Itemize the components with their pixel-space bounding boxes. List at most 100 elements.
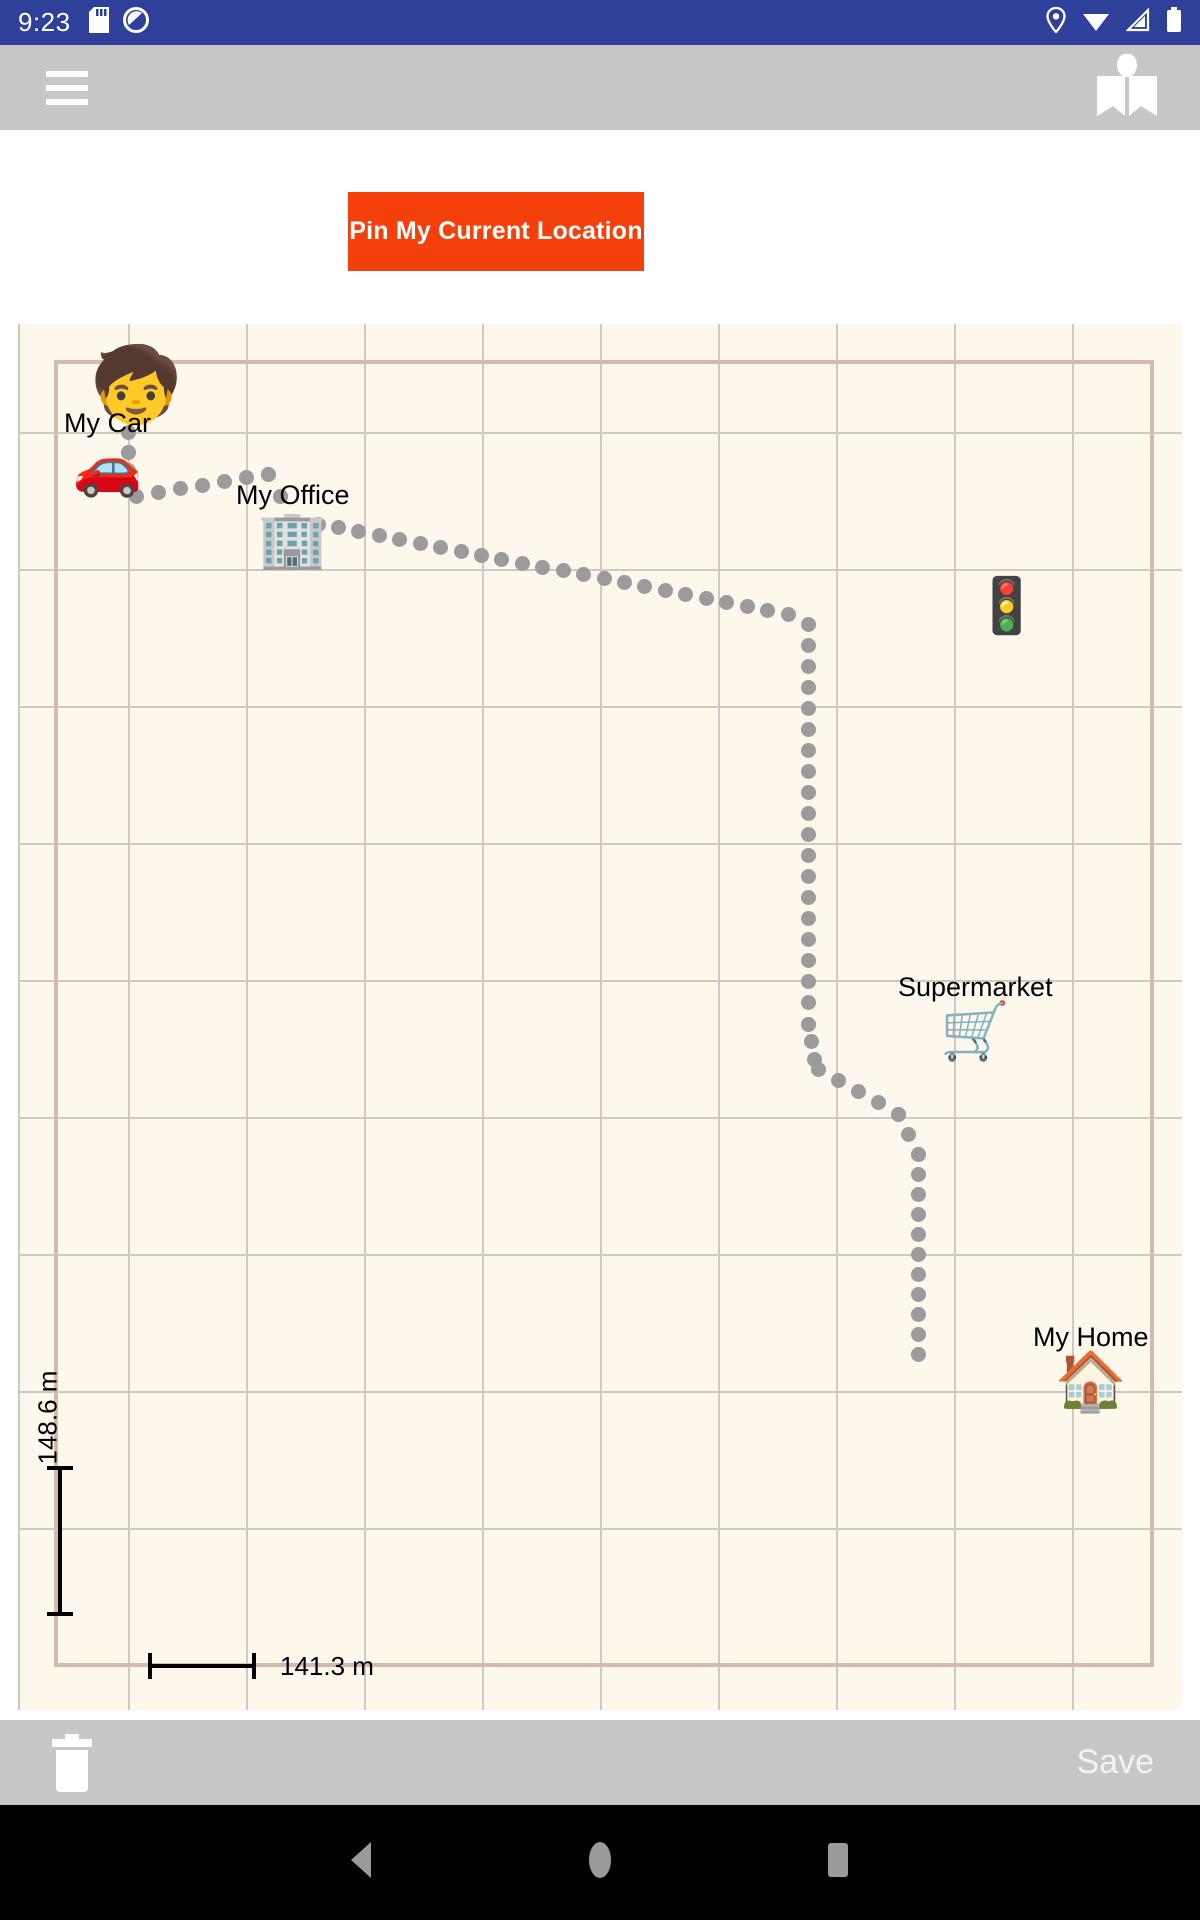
- route-dot: [800, 700, 816, 716]
- menu-bar-3: [46, 98, 88, 105]
- bottom-action-bar: Save: [0, 1720, 1200, 1805]
- route-dot: [800, 637, 816, 653]
- route-dot: [433, 539, 449, 555]
- trash-icon[interactable]: [50, 1733, 94, 1792]
- system-nav-bar: [0, 1805, 1200, 1920]
- route-dot: [800, 784, 816, 800]
- poi-label-supermarket: Supermarket: [898, 972, 1053, 1002]
- route-dot: [910, 1286, 926, 1302]
- menu-bar-1: [46, 70, 88, 77]
- route-dot: [800, 616, 816, 632]
- route-dot: [453, 543, 469, 559]
- hamburger-menu-icon[interactable]: [46, 70, 88, 105]
- route-dot: [800, 827, 816, 843]
- vertical-scale: 148.6 m: [33, 1344, 88, 1644]
- route-dot: [910, 1266, 926, 1282]
- car-icon: 🚗: [72, 435, 143, 498]
- route-dot: [850, 1084, 866, 1099]
- poi-label-my-car: My Car: [64, 408, 151, 438]
- horizontal-scale: 141.3 m: [148, 1646, 374, 1686]
- route-dot: [800, 1016, 816, 1032]
- route-dot: [910, 1186, 926, 1202]
- route-dot: [172, 481, 188, 497]
- sd-card-icon: [88, 7, 109, 38]
- route-dot: [760, 602, 776, 618]
- do-not-disturb-icon: [122, 7, 149, 38]
- poi-label-my-home: My Home: [1033, 1322, 1149, 1352]
- route-dot: [150, 484, 166, 500]
- route-dot: [900, 1126, 916, 1142]
- app-bar: [0, 45, 1200, 130]
- route-dot: [800, 995, 816, 1011]
- route-dot: [910, 1306, 926, 1322]
- traffic-light-icon: 🚦: [973, 576, 1041, 636]
- map-canvas[interactable]: 🧒 My Car 🚗 My Office 🏢 🚦 Supermarket 🛒 M…: [18, 324, 1182, 1710]
- route-dot: [800, 869, 816, 885]
- route-dot: [216, 473, 232, 489]
- cell-signal-icon: [1125, 7, 1150, 37]
- route-dot: [890, 1106, 906, 1122]
- save-button[interactable]: Save: [1077, 1743, 1155, 1782]
- action-area: Pin My Current Location: [0, 130, 1200, 324]
- open-book-icon[interactable]: [1096, 52, 1158, 122]
- pin-current-location-button[interactable]: Pin My Current Location: [348, 192, 644, 271]
- poi-my-car[interactable]: My Car 🚗: [64, 410, 151, 495]
- route-dot: [800, 911, 816, 927]
- status-left-icons: [88, 7, 149, 38]
- route-dot: [800, 953, 816, 969]
- recents-square-icon[interactable]: [825, 1841, 851, 1884]
- poi-my-home[interactable]: My Home 🏠: [1033, 1324, 1149, 1411]
- back-triangle-icon[interactable]: [349, 1842, 375, 1883]
- route-dot: [803, 1034, 819, 1049]
- route-dot: [800, 974, 816, 990]
- status-right-icons: [1046, 6, 1182, 38]
- horizontal-scale-bar: [148, 1653, 256, 1679]
- route-dot: [371, 528, 387, 544]
- route-dot: [830, 1072, 846, 1088]
- route-dot: [535, 559, 551, 575]
- shopping-cart-icon: 🛒: [940, 999, 1011, 1062]
- poi-label-my-office: My Office: [236, 480, 350, 510]
- route-dot: [800, 742, 816, 758]
- poi-traffic-light[interactable]: 🚦: [973, 579, 1040, 633]
- status-bar: 9:23: [0, 0, 1200, 45]
- route-dot: [910, 1246, 926, 1262]
- menu-bar-2: [46, 84, 88, 91]
- grid-line-vertical: [18, 324, 20, 1710]
- route-dot: [473, 547, 489, 563]
- route-dot: [739, 598, 755, 614]
- route-dot: [910, 1226, 926, 1242]
- route-dot: [780, 606, 796, 622]
- route-dot: [800, 658, 816, 674]
- route-dot: [800, 932, 816, 948]
- route-dot: [657, 583, 673, 599]
- poi-supermarket[interactable]: Supermarket 🛒: [898, 974, 1053, 1059]
- route-dot: [910, 1326, 926, 1342]
- route-dot: [800, 721, 816, 737]
- route-dot: [194, 477, 210, 493]
- route-dot: [800, 848, 816, 864]
- vertical-scale-bar: [47, 1466, 73, 1616]
- location-pin-icon: [1046, 6, 1066, 38]
- route-dot: [910, 1166, 926, 1182]
- home-circle-icon[interactable]: [587, 1840, 613, 1885]
- battery-icon: [1166, 7, 1182, 38]
- route-dot: [800, 805, 816, 821]
- route-dot: [412, 536, 428, 552]
- route-dot: [910, 1146, 926, 1162]
- wifi-icon: [1082, 8, 1110, 37]
- route-dot: [870, 1095, 886, 1111]
- route-dot: [810, 1061, 826, 1077]
- house-icon: 🏠: [1054, 1349, 1127, 1414]
- route-dot: [800, 890, 816, 906]
- route-dot: [910, 1206, 926, 1222]
- route-dot: [800, 763, 816, 779]
- route-dot: [719, 594, 735, 610]
- poi-my-office[interactable]: My Office 🏢: [236, 482, 350, 567]
- route-dot: [596, 571, 612, 587]
- route-dot: [514, 555, 530, 571]
- route-dot: [698, 590, 714, 606]
- route-dot: [800, 679, 816, 695]
- route-dot: [910, 1346, 926, 1362]
- office-building-icon: 🏢: [257, 507, 328, 570]
